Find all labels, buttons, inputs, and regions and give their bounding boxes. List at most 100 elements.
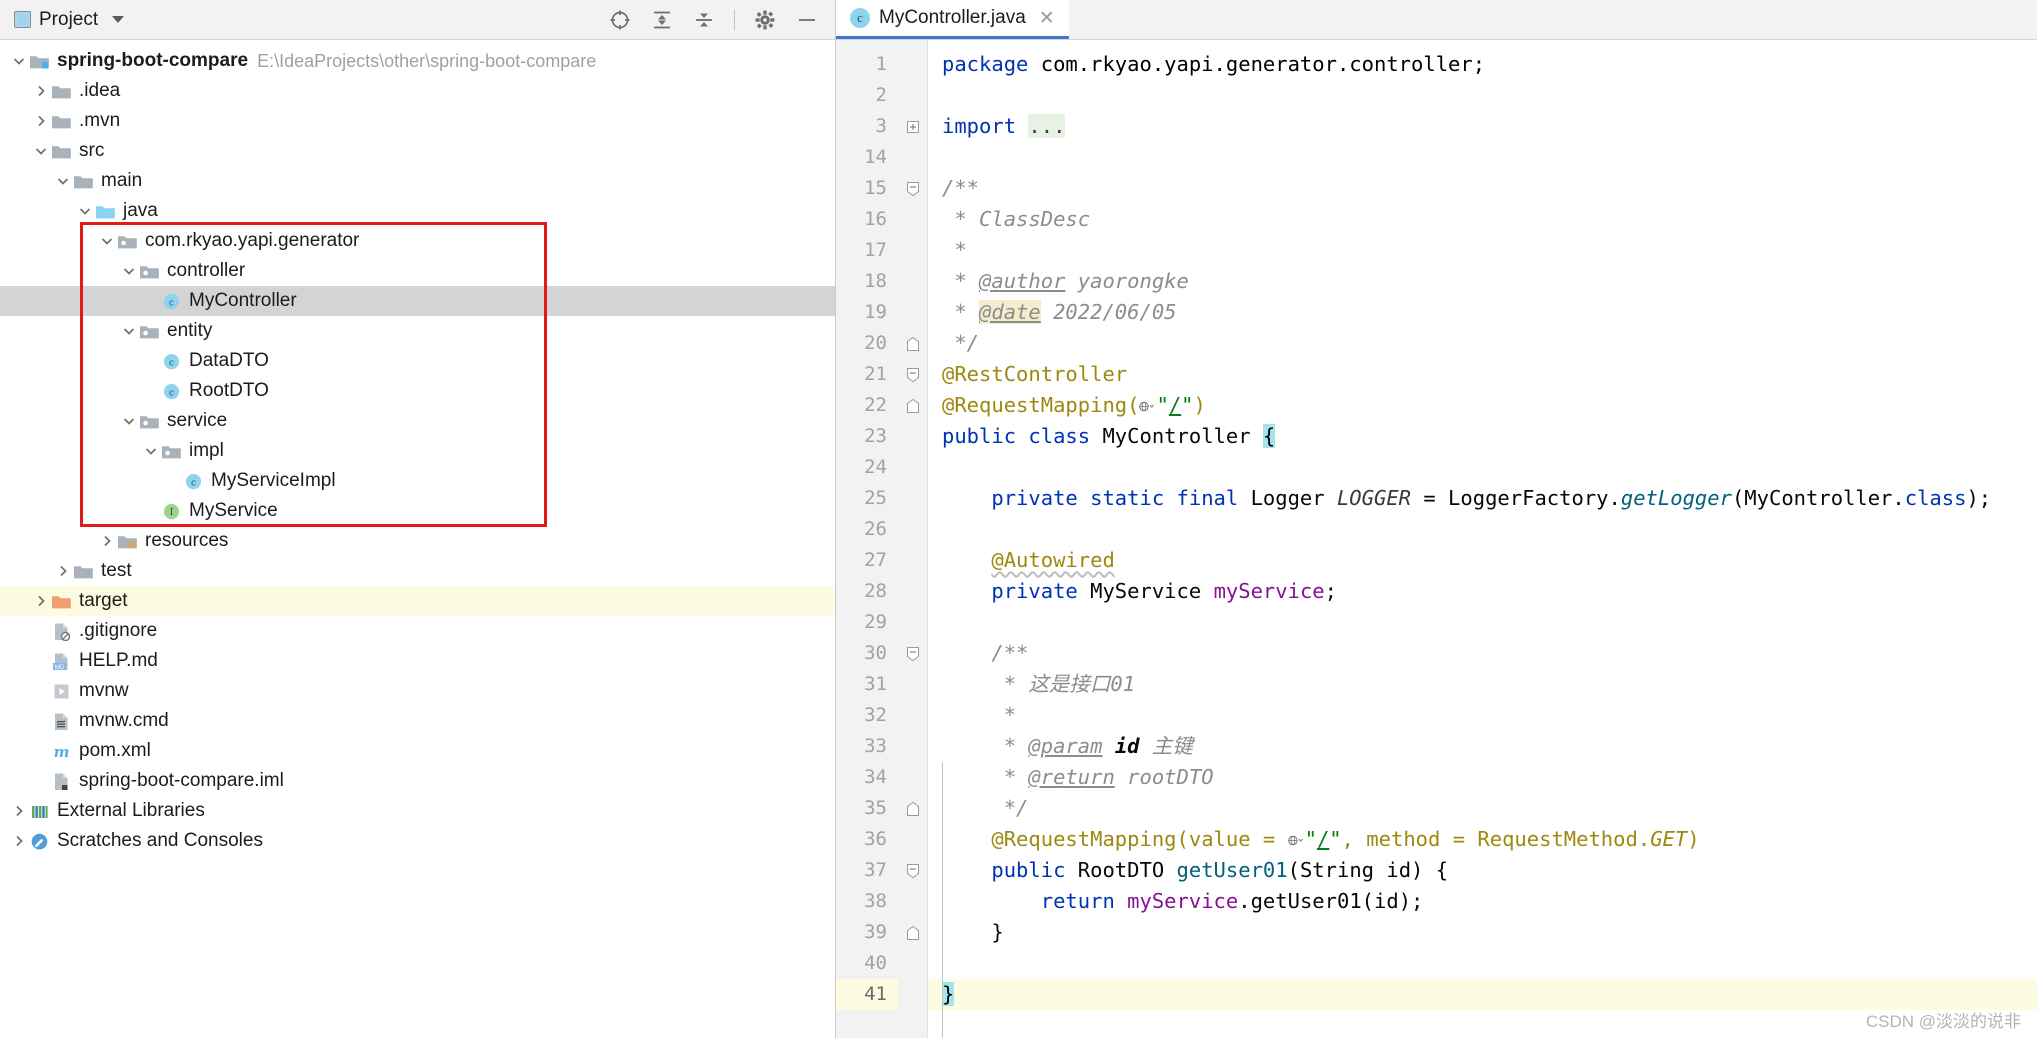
code-line[interactable]: private static final Logger LOGGER = Log… xyxy=(928,483,2037,514)
cmd-file-icon xyxy=(50,711,72,731)
code-line[interactable] xyxy=(928,80,2037,111)
expand-all-icon[interactable] xyxy=(650,8,674,32)
tree-row--mvn[interactable]: .mvn xyxy=(0,106,835,136)
chevron-right-icon[interactable] xyxy=(32,82,50,100)
code-line[interactable]: return myService.getUser01(id); xyxy=(928,886,2037,917)
tree-row-pom-xml[interactable]: m pom.xml xyxy=(0,736,835,766)
chevron-down-icon[interactable] xyxy=(120,412,138,430)
tree-row--idea[interactable]: .idea xyxy=(0,76,835,106)
tree-row-controller[interactable]: controller xyxy=(0,256,835,286)
code-line[interactable]: */ xyxy=(928,328,2037,359)
chevron-down-icon[interactable] xyxy=(32,142,50,160)
locate-icon[interactable] xyxy=(608,8,632,32)
code-line[interactable]: * @date 2022/06/05 xyxy=(928,297,2037,328)
code-line[interactable]: * @return rootDTO xyxy=(928,762,2037,793)
chevron-right-icon[interactable] xyxy=(10,802,28,820)
code-line[interactable]: public class MyController { xyxy=(928,421,2037,452)
chevron-right-icon[interactable] xyxy=(32,592,50,610)
tree-row-src[interactable]: src xyxy=(0,136,835,166)
fold-toggle-end[interactable] xyxy=(898,917,927,948)
tree-row-test[interactable]: test xyxy=(0,556,835,586)
tree-row-myservice[interactable]: I MyService xyxy=(0,496,835,526)
fold-toggle-minus[interactable] xyxy=(898,173,927,204)
tree-row-external-libraries[interactable]: External Libraries xyxy=(0,796,835,826)
fold-toggle-minus[interactable] xyxy=(898,638,927,669)
url-mapping-globe-icon[interactable] xyxy=(1139,393,1156,417)
chevron-right-icon[interactable] xyxy=(32,112,50,130)
tree-row-com-rkyao-yapi-generator[interactable]: com.rkyao.yapi.generator xyxy=(0,226,835,256)
code-content[interactable]: package com.rkyao.yapi.generator.control… xyxy=(928,40,2037,1038)
code-line[interactable]: /** xyxy=(928,173,2037,204)
chevron-down-icon[interactable] xyxy=(76,202,94,220)
tree-row-java[interactable]: java xyxy=(0,196,835,226)
code-line[interactable] xyxy=(928,514,2037,545)
chevron-down-icon[interactable] xyxy=(10,52,28,70)
fold-toggle-end[interactable] xyxy=(898,793,927,824)
package-icon xyxy=(138,261,160,281)
tree-row-help-md[interactable]: MD HELP.md xyxy=(0,646,835,676)
chevron-down-icon[interactable] xyxy=(98,232,116,250)
chevron-down-icon[interactable] xyxy=(120,322,138,340)
tree-row-mvnw[interactable]: mvnw xyxy=(0,676,835,706)
code-line[interactable]: @RequestMapping(value = "/", method = Re… xyxy=(928,824,2037,855)
tab-mycontroller-java[interactable]: c MyController.java ✕ xyxy=(836,0,1069,39)
code-line[interactable]: * @param id 主键 xyxy=(928,731,2037,762)
tree-row-entity[interactable]: entity xyxy=(0,316,835,346)
chevron-down-icon[interactable] xyxy=(112,16,125,23)
close-icon[interactable]: ✕ xyxy=(1039,7,1055,30)
fold-toggle-minus[interactable] xyxy=(898,855,927,886)
gear-icon[interactable] xyxy=(753,8,777,32)
chevron-right-icon[interactable] xyxy=(10,832,28,850)
tree-row-myserviceimpl[interactable]: c MyServiceImpl xyxy=(0,466,835,496)
code-line[interactable]: package com.rkyao.yapi.generator.control… xyxy=(928,49,2037,80)
code-line[interactable]: * ClassDesc xyxy=(928,204,2037,235)
chevron-down-icon[interactable] xyxy=(54,172,72,190)
chevron-down-icon[interactable] xyxy=(120,262,138,280)
code-line[interactable]: private MyService myService; xyxy=(928,576,2037,607)
code-line[interactable]: @RequestMapping("/") xyxy=(928,390,2037,421)
code-line[interactable]: * 这是接口01 xyxy=(928,669,2037,700)
code-line[interactable]: } xyxy=(928,979,2037,1010)
url-mapping-globe-icon[interactable] xyxy=(1287,827,1305,851)
code-line[interactable]: } xyxy=(928,917,2037,948)
collapse-all-icon[interactable] xyxy=(692,8,716,32)
tree-row-target[interactable]: target xyxy=(0,586,835,616)
fold-toggle-end[interactable] xyxy=(898,328,927,359)
tree-row-rootdto[interactable]: c RootDTO xyxy=(0,376,835,406)
fold-toggle-end[interactable] xyxy=(898,390,927,421)
tree-row-mycontroller[interactable]: c MyController xyxy=(0,286,835,316)
hide-icon[interactable] xyxy=(795,8,819,32)
tree-row-spring-boot-compare[interactable]: spring-boot-compare E:\IdeaProjects\other… xyxy=(0,46,835,76)
code-line[interactable]: public RootDTO getUser01(String id) { xyxy=(928,855,2037,886)
code-line[interactable]: import ... xyxy=(928,111,2037,142)
code-editor[interactable]: 1 2 3 14 15 16 17 18 19 20 21 22 23 24 25 26 27 28 29 30 31 3… xyxy=(836,40,2037,1038)
fold-gutter[interactable] xyxy=(898,40,928,1038)
tree-row-spring-boot-compare-iml[interactable]: spring-boot-compare.iml xyxy=(0,766,835,796)
tree-row-resources[interactable]: resources xyxy=(0,526,835,556)
tree-row-mvnw-cmd[interactable]: mvnw.cmd xyxy=(0,706,835,736)
tree-row-service[interactable]: service xyxy=(0,406,835,436)
fold-toggle-minus[interactable] xyxy=(898,359,927,390)
chevron-right-icon[interactable] xyxy=(54,562,72,580)
tree-row-scratches-and-consoles[interactable]: Scratches and Consoles xyxy=(0,826,835,856)
project-dropdown[interactable]: Project xyxy=(14,9,125,31)
code-line[interactable] xyxy=(928,948,2037,979)
tree-row-main[interactable]: main xyxy=(0,166,835,196)
code-line[interactable] xyxy=(928,142,2037,173)
tree-row-impl[interactable]: impl xyxy=(0,436,835,466)
code-line[interactable]: * xyxy=(928,235,2037,266)
project-tree[interactable]: spring-boot-compare E:\IdeaProjects\other… xyxy=(0,40,835,856)
code-line[interactable]: @RestController xyxy=(928,359,2037,390)
fold-toggle-plus[interactable] xyxy=(898,111,927,142)
code-line[interactable]: * xyxy=(928,700,2037,731)
code-line[interactable]: @Autowired xyxy=(928,545,2037,576)
code-line[interactable]: * @author yaorongke xyxy=(928,266,2037,297)
code-line[interactable]: */ xyxy=(928,793,2037,824)
chevron-down-icon[interactable] xyxy=(142,442,160,460)
tree-row--gitignore[interactable]: .gitignore xyxy=(0,616,835,646)
chevron-right-icon[interactable] xyxy=(98,532,116,550)
tree-row-datadto[interactable]: c DataDTO xyxy=(0,346,835,376)
code-line[interactable]: /** xyxy=(928,638,2037,669)
code-line[interactable] xyxy=(928,607,2037,638)
code-line[interactable] xyxy=(928,452,2037,483)
